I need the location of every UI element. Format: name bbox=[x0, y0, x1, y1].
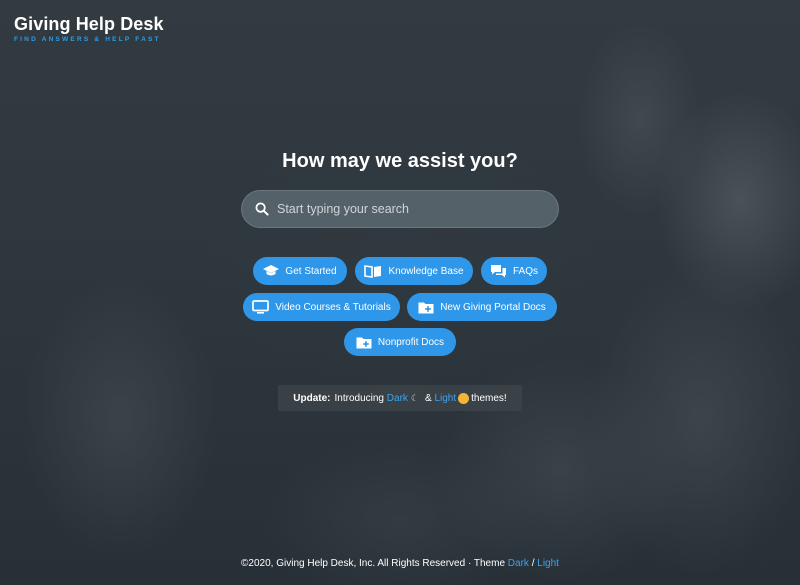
faqs-label: FAQs bbox=[512, 265, 538, 277]
knowledge-base-label: Knowledge Base bbox=[388, 265, 464, 277]
faqs-button[interactable]: FAQs bbox=[481, 257, 547, 285]
search-bar[interactable] bbox=[241, 190, 559, 228]
update-prefix: Update: bbox=[293, 392, 331, 404]
update-amp: & bbox=[424, 392, 432, 404]
monitor-icon bbox=[252, 300, 270, 314]
knowledge-base-button[interactable]: Knowledge Base bbox=[355, 257, 473, 285]
chat-bubbles-icon bbox=[490, 265, 506, 278]
folder-plus-icon bbox=[418, 302, 434, 313]
page-title: How may we assist you? bbox=[282, 150, 518, 172]
nonprofit-docs-button[interactable]: Nonprofit Docs bbox=[344, 328, 456, 356]
search-input[interactable] bbox=[277, 202, 537, 216]
footer-separator: / bbox=[531, 558, 535, 569]
sun-icon bbox=[458, 392, 470, 404]
brand-tagline: FIND ANSWERS & HELP FAST bbox=[14, 36, 161, 43]
get-started-button[interactable]: Get Started bbox=[253, 257, 347, 285]
brand-title[interactable]: Giving Help Desk bbox=[14, 13, 164, 35]
video-courses-button[interactable]: Video Courses & Tutorials bbox=[243, 293, 400, 321]
new-giving-portal-docs-button[interactable]: New Giving Portal Docs bbox=[407, 293, 557, 321]
video-courses-label: Video Courses & Tutorials bbox=[275, 301, 391, 313]
search-icon bbox=[255, 202, 269, 216]
footer-light-theme-link[interactable]: Light bbox=[537, 558, 559, 569]
graduation-cap-icon bbox=[263, 265, 280, 276]
update-text: Introducing bbox=[334, 392, 384, 404]
dark-theme-link[interactable]: Dark bbox=[387, 393, 408, 404]
footer: ©2020, Giving Help Desk, Inc. All Rights… bbox=[0, 558, 800, 569]
light-theme-link[interactable]: Light bbox=[434, 393, 456, 404]
book-icon bbox=[364, 264, 382, 278]
brand-logo[interactable]: Giving Help Desk FIND ANSWERS & HELP FAS… bbox=[14, 13, 164, 43]
update-suffix: themes! bbox=[471, 392, 507, 404]
footer-dark-theme-link[interactable]: Dark bbox=[508, 558, 529, 569]
moon-icon: ☾ bbox=[410, 392, 419, 403]
update-banner: Update: Introducing Dark ☾ & Light theme… bbox=[278, 385, 522, 411]
footer-copyright: ©2020, Giving Help Desk, Inc. All Rights… bbox=[241, 558, 506, 569]
get-started-label: Get Started bbox=[285, 265, 337, 277]
folder-plus-icon bbox=[356, 337, 372, 348]
nonprofit-docs-label: Nonprofit Docs bbox=[377, 336, 445, 348]
new-giving-portal-docs-label: New Giving Portal Docs bbox=[440, 301, 546, 313]
